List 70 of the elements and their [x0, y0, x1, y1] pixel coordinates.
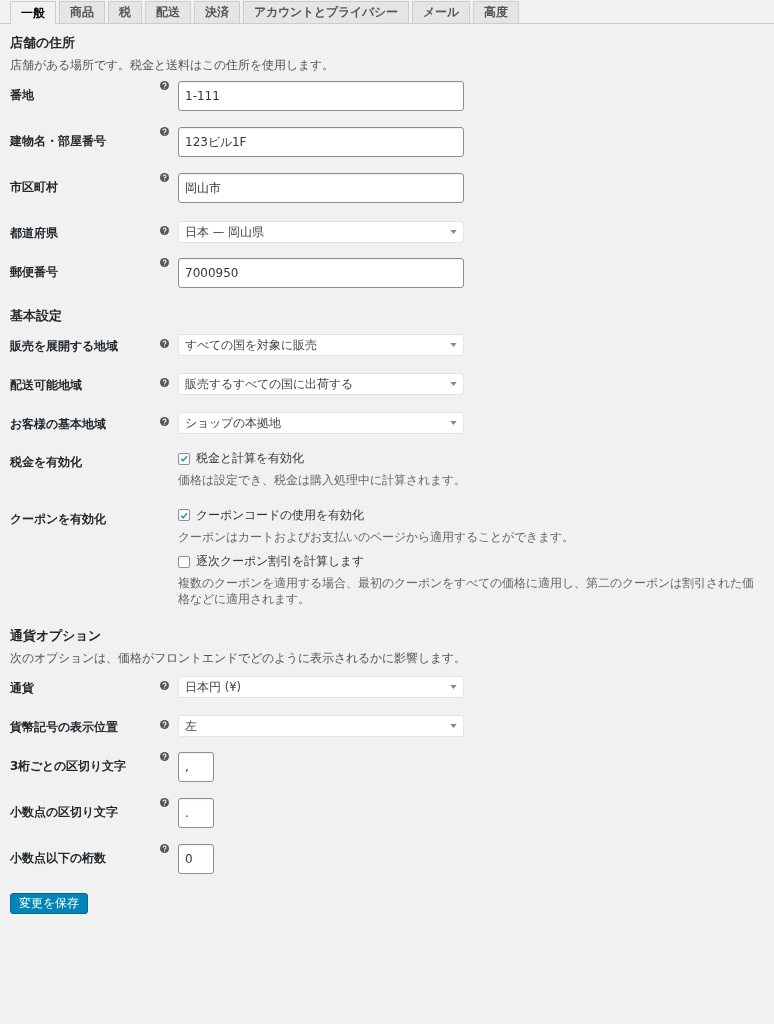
section-description: 店舗がある場所です。税金と送料はこの住所を使用します。 [10, 57, 335, 74]
text-field[interactable]: 0 [178, 844, 214, 875]
settings-tab[interactable]: 配送 [145, 1, 191, 23]
text-field[interactable]: 1-111 [178, 81, 464, 111]
checkbox-label[interactable]: 税金と計算を有効化 [196, 450, 304, 467]
field-label: 小数点の区切り文字 [10, 804, 119, 822]
field-label: クーポンを有効化 [10, 510, 107, 528]
help-icon[interactable] [160, 127, 169, 136]
text-field[interactable]: . [178, 798, 214, 829]
section-title: 通貨オプション [10, 627, 102, 646]
help-icon[interactable] [160, 681, 169, 691]
section-title: 店舗の住所 [10, 34, 76, 52]
text-field[interactable]: , [178, 752, 214, 783]
field-label: 建物名・部屋番号 [10, 133, 107, 150]
field-label: 小数点以下の桁数 [10, 850, 107, 868]
field-label: 番地 [10, 87, 35, 104]
help-icon[interactable] [160, 417, 169, 426]
help-icon[interactable] [160, 226, 169, 235]
checkbox-label[interactable]: クーポンコードの使用を有効化 [196, 506, 364, 524]
settings-tab[interactable]: 商品 [59, 1, 105, 23]
help-icon[interactable] [160, 258, 169, 267]
section-title: 基本設定 [10, 307, 63, 325]
help-icon[interactable] [160, 173, 169, 182]
help-icon[interactable] [160, 378, 169, 387]
field-label: 税金を有効化 [10, 454, 83, 471]
select-dropdown[interactable]: 左 [178, 715, 464, 738]
field-label: 通貨 [10, 680, 35, 698]
settings-tab[interactable]: 高度 [473, 1, 519, 23]
checkbox[interactable] [178, 452, 190, 465]
caret-icon [450, 230, 457, 234]
help-icon[interactable] [160, 339, 169, 348]
option-description: 価格は設定でき、税金は購入処理中に計算されます。 [178, 473, 467, 489]
field-label: 3桁ごとの区切り文字 [10, 758, 128, 776]
caret-icon [450, 343, 457, 347]
select-dropdown[interactable]: 日本円 (¥) [178, 676, 464, 699]
option-description: クーポンはカートおよびお支払いのページから適用することができます。 [178, 529, 575, 546]
settings-tab[interactable]: 一般 [10, 1, 56, 24]
caret-icon [450, 382, 457, 386]
field-label: 市区町村 [10, 179, 59, 196]
text-field[interactable]: 岡山市 [178, 173, 464, 203]
select-dropdown[interactable]: すべての国を対象に販売 [178, 334, 464, 356]
settings-tab[interactable]: 税 [108, 1, 142, 23]
checkbox[interactable] [178, 555, 190, 568]
field-label: お客様の基本地域 [10, 416, 107, 433]
field-label: 都道府県 [10, 225, 59, 242]
help-icon[interactable] [160, 798, 169, 808]
help-icon[interactable] [160, 844, 169, 854]
caret-icon [450, 685, 457, 690]
save-button[interactable]: 変更を保存 [10, 893, 88, 915]
field-label: 郵便番号 [10, 264, 59, 281]
checkbox[interactable] [178, 509, 190, 522]
text-field[interactable]: 7000950 [178, 258, 464, 288]
help-icon[interactable] [160, 752, 169, 762]
help-icon[interactable] [160, 81, 169, 90]
select-dropdown[interactable]: 販売するすべての国に出荷する [178, 373, 464, 395]
select-dropdown[interactable]: 日本 — 岡山県 [178, 221, 464, 243]
field-label: 貨幣記号の表示位置 [10, 719, 119, 737]
text-field[interactable]: 123ビル1F [178, 127, 464, 157]
section-description: 次のオプションは、価格がフロントエンドでどのように表示されるかに影響します。 [10, 650, 467, 668]
field-label: 配送可能地域 [10, 377, 83, 394]
checkbox-label[interactable]: 逐次クーポン割引を計算します [196, 553, 364, 571]
settings-tab[interactable]: アカウントとプライバシー [243, 1, 409, 23]
caret-icon [450, 421, 457, 425]
settings-tab[interactable]: メール [412, 1, 470, 23]
select-dropdown[interactable]: ショップの本拠地 [178, 412, 464, 434]
settings-tab[interactable]: 決済 [194, 1, 240, 23]
field-label: 販売を展開する地域 [10, 338, 119, 355]
help-icon[interactable] [160, 720, 169, 730]
caret-icon [450, 724, 457, 729]
option-description: 複数のクーポンを適用する場合、最初のクーポンをすべての価格に適用し、第二のクーポンは割引された価格などに適用されます。 [178, 576, 755, 608]
